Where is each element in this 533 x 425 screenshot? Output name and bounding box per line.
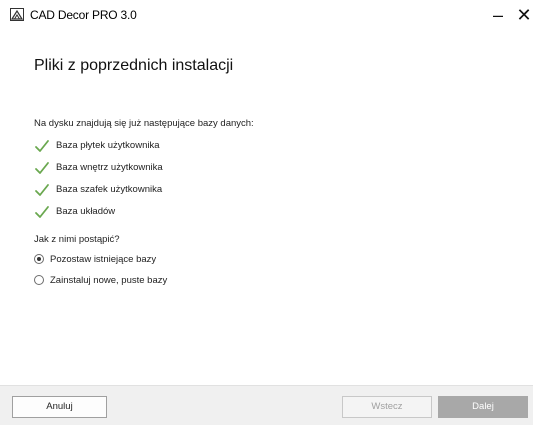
database-label: Baza wnętrz użytkownika [56, 162, 163, 173]
cancel-button[interactable]: Anuluj [12, 396, 107, 418]
check-icon [35, 162, 49, 174]
check-icon [35, 140, 49, 152]
check-icon [35, 206, 49, 218]
window-title: CAD Decor PRO 3.0 [30, 8, 137, 22]
radio-keep-existing[interactable]: Pozostaw istniejące bazy [34, 251, 156, 267]
footer-bar: Anuluj Wstecz Dalej [0, 385, 533, 425]
minimize-button[interactable]: – [484, 3, 512, 27]
close-button[interactable]: ✕ [510, 3, 533, 27]
radio-install-new[interactable]: Zainstaluj nowe, puste bazy [34, 272, 167, 288]
back-button[interactable]: Wstecz [342, 396, 432, 418]
radio-label[interactable]: Pozostaw istniejące bazy [50, 254, 156, 265]
check-icon [35, 184, 49, 196]
database-label: Baza układów [56, 206, 116, 217]
database-label: Baza płytek użytkownika [56, 140, 160, 151]
title-bar: CAD Decor PRO 3.0 – ✕ [0, 0, 533, 30]
next-button[interactable]: Dalej [438, 396, 528, 418]
page-title: Pliki z poprzednich instalacji [34, 57, 234, 74]
radio-button[interactable] [34, 275, 44, 285]
intro-text: Na dysku znajdują się już następujące ba… [34, 118, 254, 129]
question-text: Jak z nimi postąpić? [34, 234, 120, 245]
radio-button-selected[interactable] [34, 254, 44, 264]
database-label: Baza szafek użytkownika [56, 184, 163, 195]
radio-label[interactable]: Zainstaluj nowe, puste bazy [50, 275, 167, 286]
app-logo-icon [10, 8, 24, 21]
